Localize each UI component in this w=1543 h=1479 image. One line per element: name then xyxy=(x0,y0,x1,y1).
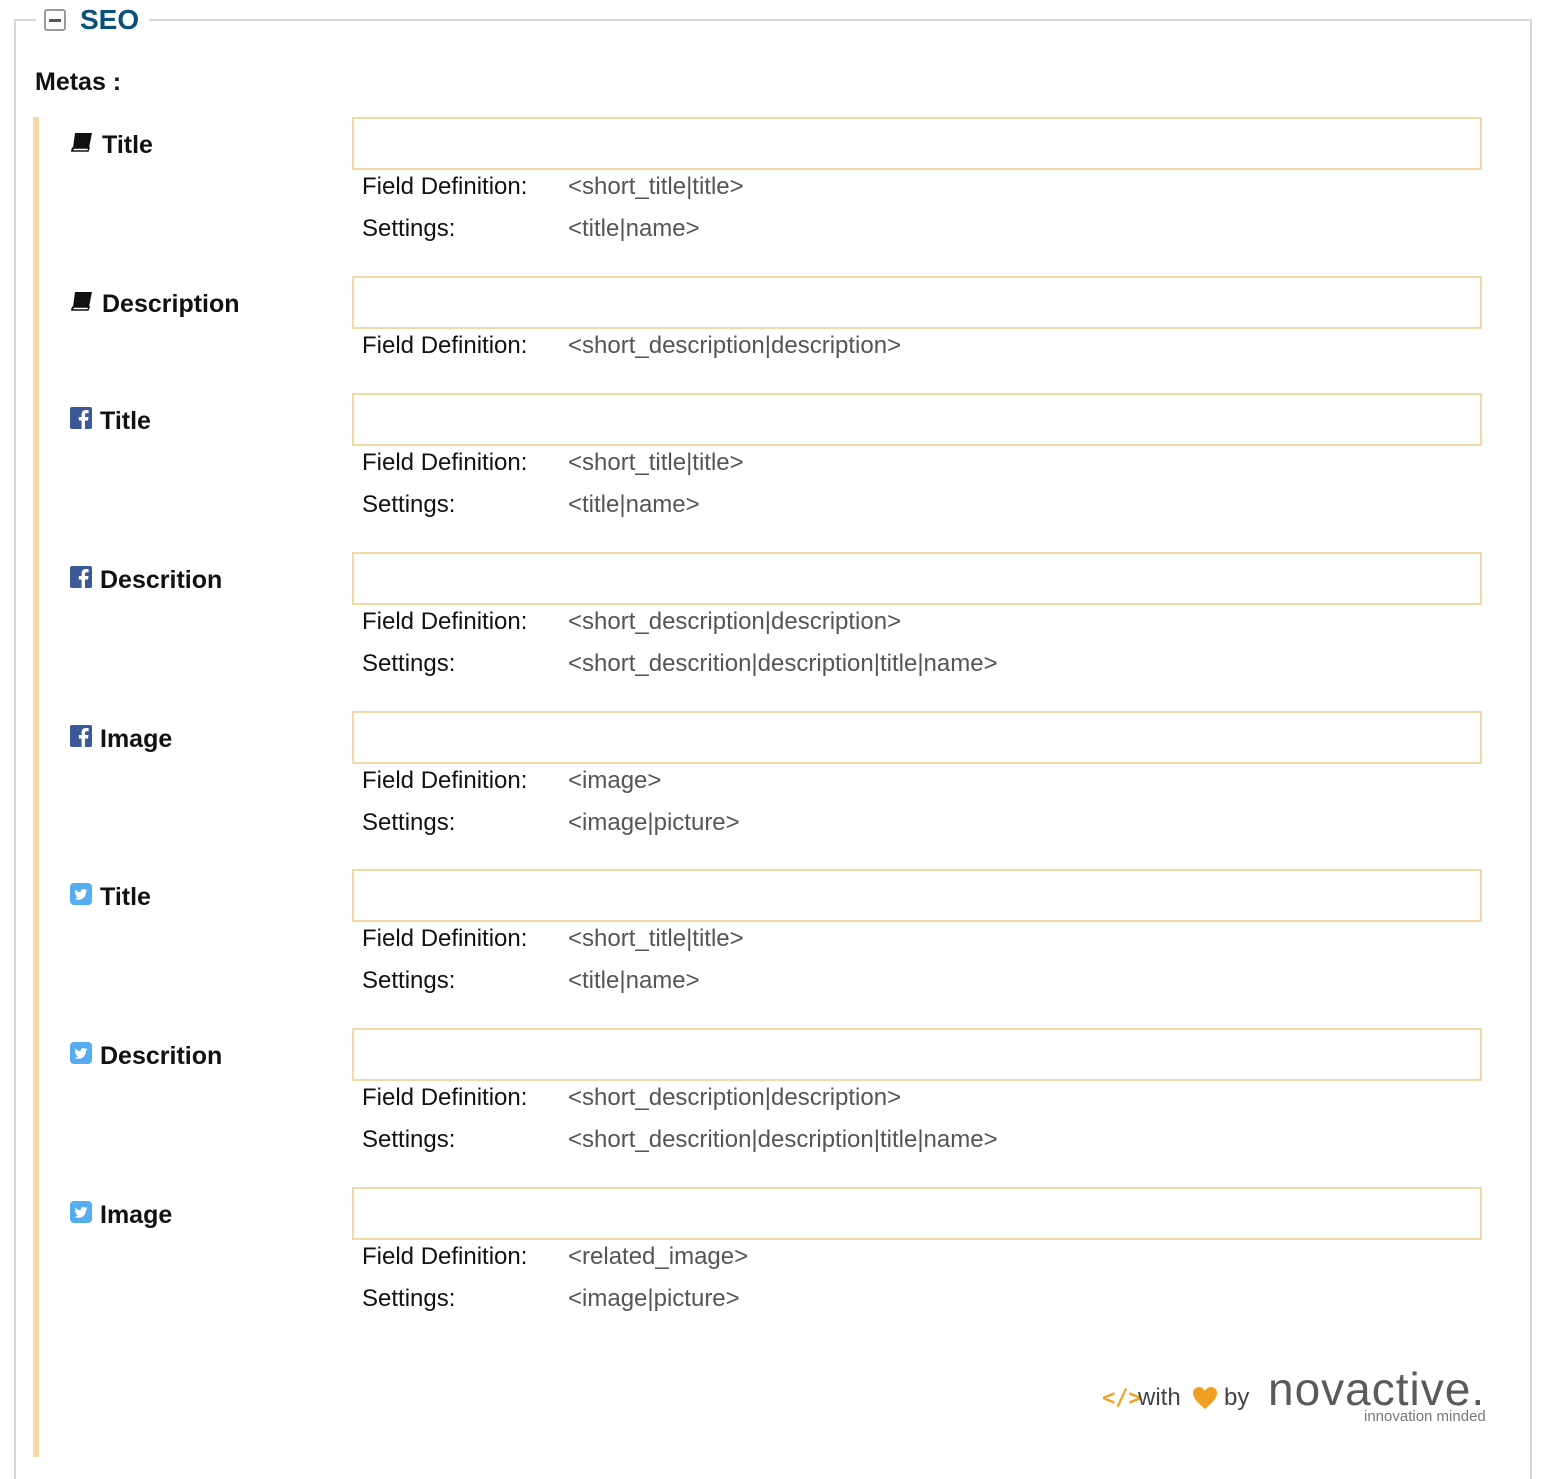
meta-label-4: Image xyxy=(70,725,172,754)
settings-label: Settings: xyxy=(362,1285,456,1312)
settings-label: Settings: xyxy=(362,809,456,836)
field-definition-label: Field Definition: xyxy=(362,173,528,200)
meta-label-1: Description xyxy=(70,290,240,319)
field-definition-label: Field Definition: xyxy=(362,1243,528,1270)
field-definition-value: <short_description|description> xyxy=(568,608,902,635)
footer-credit: </> with by novactive. innovation minded xyxy=(1102,1362,1522,1432)
novactive-tagline: innovation minded xyxy=(1364,1408,1486,1425)
settings-label: Settings: xyxy=(362,650,456,677)
meta-label-text: Title xyxy=(102,131,153,159)
field-definition-label: Field Definition: xyxy=(362,608,528,635)
settings-value: <title|name> xyxy=(568,215,700,242)
meta-input-0[interactable] xyxy=(352,117,1482,170)
field-definition-value: <short_title|title> xyxy=(568,925,744,952)
heart-icon xyxy=(1192,1386,1218,1415)
twitter-icon xyxy=(70,1042,92,1071)
settings-value: <title|name> xyxy=(568,491,700,518)
settings-value: <image|picture> xyxy=(568,1285,740,1312)
metas-label: Metas : xyxy=(35,68,122,96)
twitter-icon xyxy=(70,883,92,912)
meta-input-7[interactable] xyxy=(352,1187,1482,1240)
meta-label-2: Title xyxy=(70,407,151,436)
meta-input-4[interactable] xyxy=(352,711,1482,764)
field-definition-label: Field Definition: xyxy=(362,332,528,359)
footer-with: with xyxy=(1138,1384,1181,1411)
collapse-toggle-icon[interactable] xyxy=(44,9,66,31)
seo-legend: SEO xyxy=(36,2,150,38)
meta-label-7: Image xyxy=(70,1201,172,1230)
meta-input-2[interactable] xyxy=(352,393,1482,446)
meta-label-5: Title xyxy=(70,883,151,912)
field-definition-value: <short_title|title> xyxy=(568,173,744,200)
settings-value: <title|name> xyxy=(568,967,700,994)
meta-label-text: Descrition xyxy=(100,1042,223,1070)
settings-label: Settings: xyxy=(362,967,456,994)
meta-label-6: Descrition xyxy=(70,1042,222,1071)
meta-label-text: Title xyxy=(100,407,151,435)
settings-label: Settings: xyxy=(362,215,456,242)
facebook-icon xyxy=(70,566,92,595)
facebook-icon xyxy=(70,407,92,436)
metas-rail xyxy=(33,117,39,1457)
settings-label: Settings: xyxy=(362,491,456,518)
meta-label-text: Descrition xyxy=(100,566,223,594)
meta-label-text: Title xyxy=(100,883,151,911)
field-definition-label: Field Definition: xyxy=(362,449,528,476)
meta-input-3[interactable] xyxy=(352,552,1482,605)
meta-input-5[interactable] xyxy=(352,869,1482,922)
field-definition-value: <related_image> xyxy=(568,1243,749,1270)
settings-value: <image|picture> xyxy=(568,809,740,836)
book-icon xyxy=(70,131,94,160)
settings-value: <short_descrition|description|title|name… xyxy=(568,650,998,677)
code-icon: </> xyxy=(1102,1386,1142,1411)
meta-label-text: Image xyxy=(100,1201,173,1229)
field-definition-value: <short_description|description> xyxy=(568,1084,902,1111)
meta-input-1[interactable] xyxy=(352,276,1482,329)
meta-input-6[interactable] xyxy=(352,1028,1482,1081)
twitter-icon xyxy=(70,1201,92,1230)
meta-label-3: Descrition xyxy=(70,566,222,595)
field-definition-value: <short_description|description> xyxy=(568,332,902,359)
field-definition-value: <image> xyxy=(568,767,662,794)
settings-label: Settings: xyxy=(362,1126,456,1153)
field-definition-value: <short_title|title> xyxy=(568,449,744,476)
meta-label-text: Image xyxy=(100,725,173,753)
meta-label-text: Description xyxy=(102,290,240,318)
meta-label-0: Title xyxy=(70,131,153,160)
field-definition-label: Field Definition: xyxy=(362,767,528,794)
book-icon xyxy=(70,290,94,319)
field-definition-label: Field Definition: xyxy=(362,925,528,952)
section-title: SEO xyxy=(80,4,140,35)
facebook-icon xyxy=(70,725,92,754)
footer-by: by xyxy=(1224,1384,1250,1411)
field-definition-label: Field Definition: xyxy=(362,1084,528,1111)
settings-value: <short_descrition|description|title|name… xyxy=(568,1126,998,1153)
